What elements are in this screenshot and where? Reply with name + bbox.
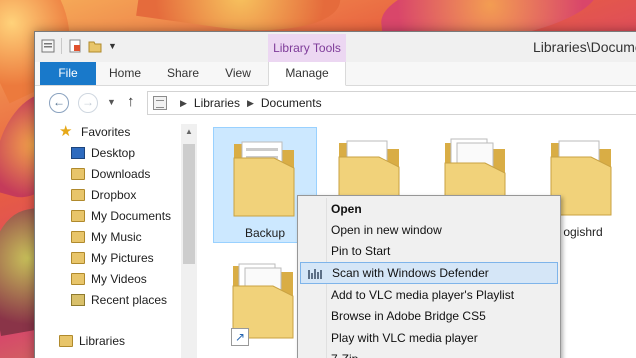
menu-item-play-vlc[interactable]: Play with VLC media player bbox=[300, 327, 558, 349]
tab-view[interactable]: View bbox=[220, 62, 256, 85]
menu-item-scan-windows-defender[interactable]: Scan with Windows Defender bbox=[300, 262, 558, 284]
customize-toolbar-dropdown-icon[interactable]: ▼ bbox=[108, 41, 117, 51]
folder-icon bbox=[71, 273, 85, 285]
sidebar-item-label: My Documents bbox=[91, 209, 172, 223]
window-menu-icon[interactable] bbox=[41, 39, 55, 53]
shortcut-arrow-icon: ↗ bbox=[231, 328, 249, 346]
breadcrumb-separator-icon: ▶ bbox=[246, 97, 254, 108]
menu-item-add-vlc-playlist[interactable]: Add to VLC media player's Playlist bbox=[300, 284, 558, 306]
folder-icon bbox=[71, 231, 85, 243]
sidebar-item-my-videos[interactable]: My Videos bbox=[71, 269, 147, 289]
window-title: Libraries\Documents bbox=[533, 39, 636, 55]
sidebar-item-label: My Videos bbox=[91, 272, 147, 286]
context-menu: Open Open in new window Pin to Start Sca… bbox=[297, 195, 561, 358]
sidebar-item-label: My Music bbox=[91, 230, 142, 244]
folder-icon bbox=[71, 252, 85, 264]
tab-file[interactable]: File bbox=[40, 62, 96, 85]
properties-icon[interactable] bbox=[68, 39, 82, 53]
sidebar-item-dropbox[interactable]: Dropbox bbox=[71, 185, 136, 205]
toolbar-divider bbox=[61, 38, 62, 54]
desktop-icon bbox=[71, 147, 85, 159]
menu-item-open-new-window[interactable]: Open in new window bbox=[300, 219, 558, 241]
sidebar-item-favorites[interactable]: ★ Favorites bbox=[59, 122, 130, 142]
sidebar-item-recent-places[interactable]: Recent places bbox=[71, 290, 167, 310]
breadcrumb-libraries[interactable]: Libraries bbox=[194, 96, 240, 110]
breadcrumb-documents[interactable]: Documents bbox=[261, 96, 322, 110]
library-icon bbox=[153, 96, 167, 110]
title-bar: ▼ Library Tools Libraries\Documents bbox=[35, 32, 636, 62]
up-arrow-icon[interactable]: ↑ bbox=[127, 93, 135, 110]
menu-item-open[interactable]: Open bbox=[300, 198, 558, 220]
dropbox-folder-icon bbox=[71, 189, 85, 201]
sidebar-item-downloads[interactable]: Downloads bbox=[71, 164, 150, 184]
sidebar-item-my-music[interactable]: My Music bbox=[71, 227, 142, 247]
sidebar-item-label: Libraries bbox=[79, 334, 126, 348]
address-bar[interactable]: ▶ Libraries ▶ Documents bbox=[147, 91, 636, 115]
sidebar-item-label: Dropbox bbox=[91, 188, 137, 202]
sidebar-item-label: My Pictures bbox=[91, 251, 154, 265]
sidebar-item-label: Downloads bbox=[91, 167, 151, 181]
tab-home[interactable]: Home bbox=[105, 62, 145, 85]
forward-button[interactable]: → bbox=[78, 93, 98, 113]
library-tools-tab-group: Library Tools bbox=[268, 34, 346, 62]
tab-share[interactable]: Share bbox=[163, 62, 203, 85]
sidebar-item-desktop[interactable]: Desktop bbox=[71, 143, 135, 163]
menu-item-7zip[interactable]: 7-Zip bbox=[300, 348, 558, 358]
recent-places-icon bbox=[71, 294, 85, 306]
back-button[interactable]: ← bbox=[49, 93, 69, 113]
breadcrumb-separator-icon: ▶ bbox=[180, 97, 187, 108]
sidebar-item-label: Recent places bbox=[91, 293, 168, 307]
downloads-folder-icon bbox=[71, 168, 85, 180]
recent-locations-dropdown-icon[interactable]: ▼ bbox=[107, 97, 116, 107]
scroll-up-arrow-icon[interactable]: ▲ bbox=[181, 124, 197, 140]
tab-manage[interactable]: Manage bbox=[268, 62, 346, 86]
libraries-icon bbox=[59, 335, 73, 347]
sidebar-item-my-documents[interactable]: My Documents bbox=[71, 206, 171, 226]
scrollbar-thumb[interactable] bbox=[183, 144, 195, 264]
menu-item-label: Scan with Windows Defender bbox=[332, 266, 489, 280]
menu-item-browse-adobe-bridge[interactable]: Browse in Adobe Bridge CS5 bbox=[300, 305, 558, 327]
windows-defender-icon bbox=[308, 268, 324, 279]
navigation-bar: ← → ▼ ↑ ▶ Libraries ▶ Documents bbox=[35, 87, 636, 119]
navigation-pane: ★ Favorites Desktop Downloads Dropbox My… bbox=[35, 120, 195, 358]
sidebar-item-label: Desktop bbox=[91, 146, 136, 160]
folder-icon bbox=[71, 210, 85, 222]
ribbon-tabs: File Home Share View Manage bbox=[35, 62, 636, 86]
new-folder-icon[interactable] bbox=[88, 39, 102, 53]
quick-access-toolbar: ▼ bbox=[41, 38, 117, 54]
sidebar-item-label: Favorites bbox=[81, 125, 131, 139]
menu-item-pin-to-start[interactable]: Pin to Start bbox=[300, 240, 558, 262]
sidebar-item-libraries[interactable]: Libraries bbox=[59, 331, 125, 351]
sidebar-item-my-pictures[interactable]: My Pictures bbox=[71, 248, 154, 268]
folder-icon bbox=[233, 141, 295, 217]
star-icon: ★ bbox=[59, 123, 73, 140]
